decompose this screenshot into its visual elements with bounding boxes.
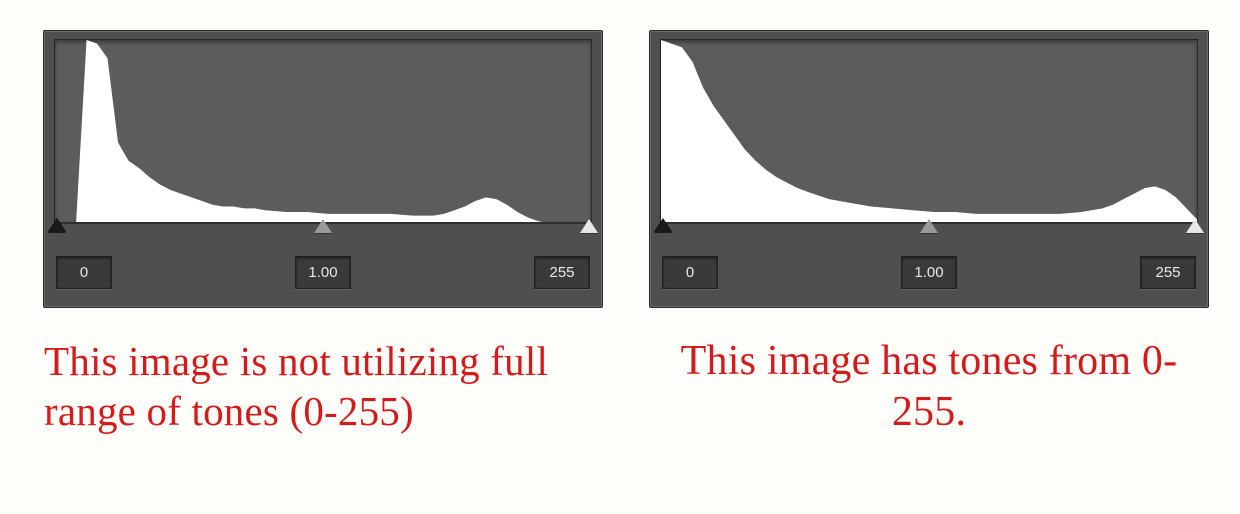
black-point-thumb-icon[interactable]	[48, 219, 66, 233]
right-column: 0 1.00 255 This image has tones from 0-2…	[646, 30, 1212, 438]
caption-right: This image has tones from 0-255.	[646, 336, 1212, 438]
caption-left: This image is not utilizing full range o…	[40, 336, 606, 436]
levels-readouts: 0 1.00 255	[54, 256, 592, 289]
gamma-thumb-icon[interactable]	[314, 219, 332, 233]
white-point-input[interactable]: 255	[1140, 256, 1196, 289]
histogram-left	[54, 39, 592, 224]
gamma-input[interactable]: 1.00	[295, 256, 351, 289]
black-point-thumb-icon[interactable]	[654, 219, 672, 233]
levels-panel-left: 0 1.00 255	[43, 30, 603, 308]
histogram-right	[660, 39, 1198, 224]
gamma-input[interactable]: 1.00	[901, 256, 957, 289]
levels-panel-right: 0 1.00 255	[649, 30, 1209, 308]
levels-slider-track[interactable]	[660, 222, 1198, 236]
histogram-chart-icon	[661, 40, 1197, 223]
comparison-row: 0 1.00 255 This image is not utilizing f…	[0, 0, 1240, 438]
white-point-thumb-icon[interactable]	[1186, 219, 1204, 233]
levels-slider-track[interactable]	[54, 222, 592, 236]
white-point-thumb-icon[interactable]	[580, 219, 598, 233]
gamma-thumb-icon[interactable]	[920, 219, 938, 233]
histogram-chart-icon	[55, 40, 591, 223]
black-point-input[interactable]: 0	[56, 256, 112, 289]
black-point-input[interactable]: 0	[662, 256, 718, 289]
levels-readouts: 0 1.00 255	[660, 256, 1198, 289]
white-point-input[interactable]: 255	[534, 256, 590, 289]
left-column: 0 1.00 255 This image is not utilizing f…	[40, 30, 606, 438]
